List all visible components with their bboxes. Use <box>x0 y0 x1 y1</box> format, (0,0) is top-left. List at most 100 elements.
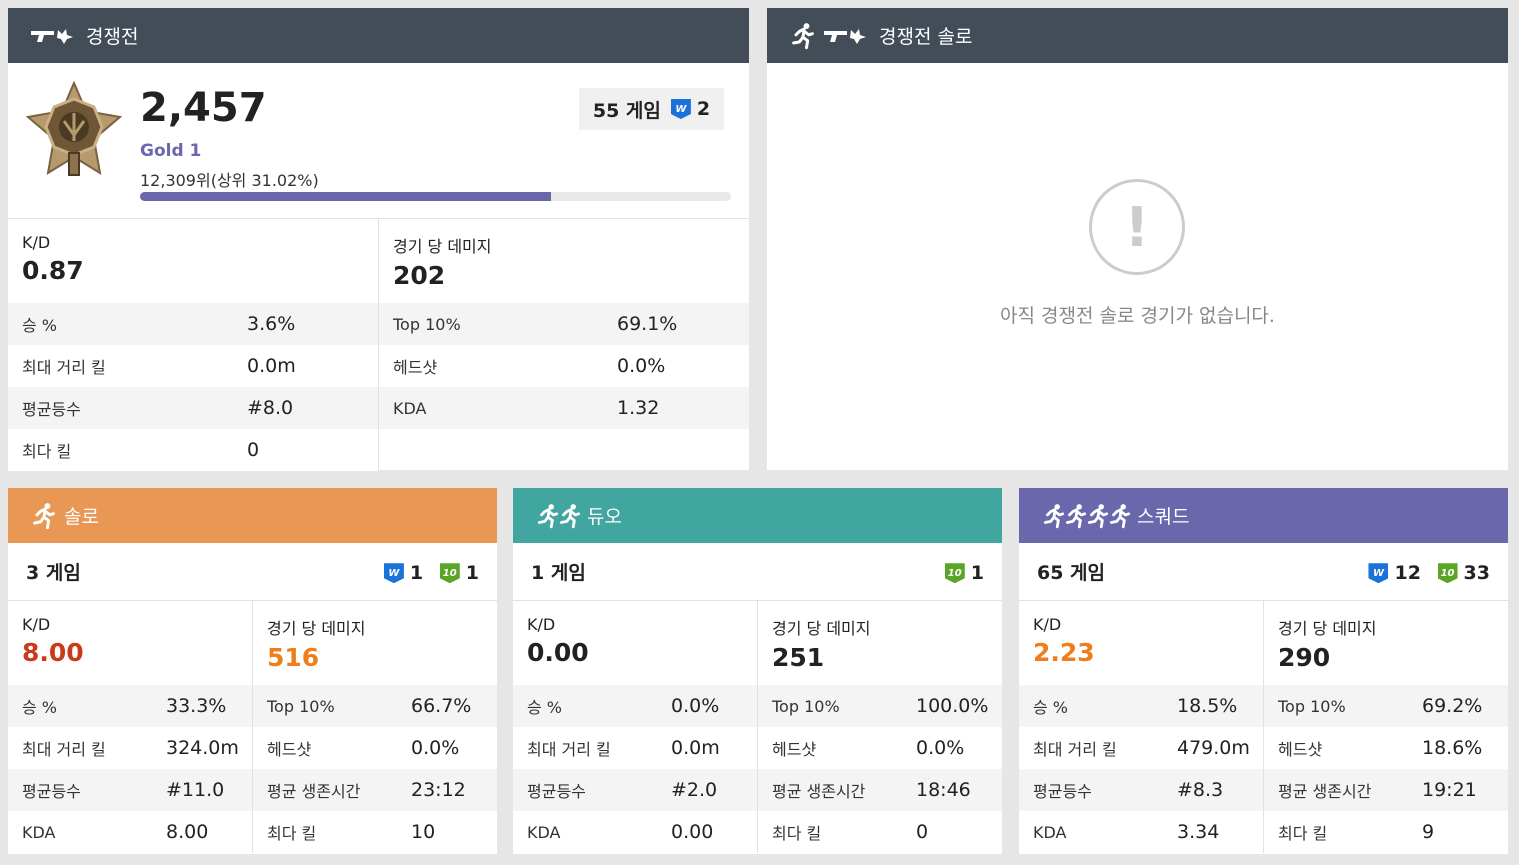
competitive-left-rows: 승 % 3.6% 최대 거리 킬 0.0m 평균등수 #8.0 최다 킬 0 <box>8 303 378 471</box>
damage-label: 경기 당 데미지 <box>267 619 366 638</box>
stat-key: 평균 생존시간 <box>772 782 866 801</box>
stat-key: 평균등수 <box>1033 782 1092 801</box>
win-icon: W <box>1368 563 1389 584</box>
win-badge: W1 <box>383 562 424 585</box>
kd-stat: K/D 2.23 <box>1019 601 1263 685</box>
top10-count: 1 <box>465 562 479 585</box>
stat-value: 0.0% <box>411 737 460 759</box>
solo-card: 솔로 3 게임 W1 10 1 K/D 8.00 경기 당 데미지 516 승 %… <box>8 488 497 854</box>
top10-badge: 10 33 <box>1437 562 1490 585</box>
duo-games-row: 1 게임 10 1 <box>513 543 1002 600</box>
stat-value: 1.32 <box>617 397 660 419</box>
damage-value: 290 <box>1278 643 1331 672</box>
rating-progress-bar <box>140 192 731 201</box>
duo-right-rows: Top 10% 100.0% 헤드샷 0.0% 평균 생존시간 18:46 최다 킬 0 <box>757 685 1002 853</box>
solo-left-rows: 승 % 33.3% 최대 거리 킬 324.0m 평균등수 #11.0 KDA 8.00 <box>8 685 252 853</box>
games-count: 65 게임 <box>1037 562 1106 584</box>
damage-stat: 경기 당 데미지 290 <box>1263 601 1508 685</box>
top10-count: 33 <box>1463 562 1490 585</box>
stat-value: 0.00 <box>671 821 714 843</box>
win-badge: W 12 <box>1368 562 1421 585</box>
damage-stat: 경기 당 데미지 516 <box>252 601 497 685</box>
squad-left-rows: 승 % 18.5% 최대 거리 킬 479.0m 평균등수 #8.3 KDA 3.34 <box>1019 685 1263 853</box>
damage-stat: 경기 당 데미지 251 <box>757 601 1002 685</box>
stat-value: 0.0% <box>617 355 666 377</box>
stat-key: Top 10% <box>267 696 335 716</box>
rating-summary: 2,457 Gold 1 12,309위(상위 31.02%) 55 게임 W2 <box>8 63 749 218</box>
rank-medal-icon <box>25 81 123 176</box>
stat-key: 최대 거리 킬 <box>22 358 106 377</box>
squad-games-row: 65 게임 W 12 10 33 <box>1019 543 1508 600</box>
stat-value: 100.0% <box>916 695 989 717</box>
stat-value: 3.34 <box>1177 821 1220 843</box>
stat-value: #8.3 <box>1177 779 1224 801</box>
stat-key: 평균등수 <box>22 400 81 419</box>
stat-value: 23:12 <box>411 779 466 801</box>
games-count: 3 게임 <box>26 562 81 584</box>
duo-title: 듀오 <box>587 506 622 528</box>
stat-value: 10 <box>411 821 436 843</box>
win-icon: W <box>670 99 691 119</box>
stat-key: 평균 생존시간 <box>267 782 361 801</box>
damage-label: 경기 당 데미지 <box>1278 619 1377 638</box>
top10-badge: 10 1 <box>439 562 479 585</box>
stat-value: 479.0m <box>1177 737 1250 759</box>
rating-value: 2,457 <box>140 85 267 131</box>
stat-key: KDA <box>22 822 56 842</box>
win-count: 1 <box>409 562 424 585</box>
stat-key: 헤드샷 <box>393 358 438 377</box>
rating-progress-fill <box>140 192 551 201</box>
stat-value: 0.0m <box>671 737 720 759</box>
stat-key: 최다 킬 <box>772 824 822 843</box>
stat-key: 평균등수 <box>22 782 81 801</box>
stat-value: 0.0m <box>247 355 296 377</box>
stat-key: Top 10% <box>393 314 461 334</box>
squad-right-rows: Top 10% 69.2% 헤드샷 18.6% 평균 생존시간 19:21 최다 킬 9 <box>1263 685 1508 853</box>
stat-value: 18:46 <box>916 779 971 801</box>
alert-icon: ! <box>1089 179 1185 275</box>
runner-icon <box>30 502 58 530</box>
competitive-solo-title: 경쟁전 솔로 <box>879 26 973 48</box>
runner-icon <box>789 22 817 50</box>
rank-text: 12,309위(상위 31.02%) <box>140 171 319 190</box>
competitive-solo-card: 경쟁전 솔로 ! 아직 경쟁전 솔로 경기가 없습니다. <box>767 8 1508 470</box>
duo-header: 듀오 <box>513 488 1002 543</box>
stat-key: KDA <box>527 822 561 842</box>
stat-value: 0.0% <box>916 737 965 759</box>
stat-key: 최대 거리 킬 <box>1033 740 1117 759</box>
squad-header: 스쿼드 <box>1019 488 1508 543</box>
stat-key: 평균 생존시간 <box>1278 782 1372 801</box>
stat-value: #11.0 <box>166 779 225 801</box>
stat-value: 69.1% <box>617 313 678 335</box>
top10-icon: 10 <box>1437 563 1458 584</box>
stat-value: 69.2% <box>1422 695 1483 717</box>
stat-value: 66.7% <box>411 695 472 717</box>
stat-value: #8.0 <box>247 397 294 419</box>
stat-value: 19:21 <box>1422 779 1477 801</box>
stat-key: 승 % <box>22 698 58 717</box>
stat-value: 324.0m <box>166 737 239 759</box>
kd-label: K/D <box>527 615 556 634</box>
stat-key: 최다 킬 <box>1278 824 1328 843</box>
win-count: 12 <box>1394 562 1421 585</box>
competitive-right-rows: Top 10% 69.1% 헤드샷 0.0% KDA 1.32 <box>378 303 749 471</box>
games-count: 1 게임 <box>531 562 586 584</box>
stat-key: 평균등수 <box>527 782 586 801</box>
kd-value: 0.87 <box>22 256 84 285</box>
kd-label: K/D <box>22 615 51 634</box>
squad-card: 스쿼드 65 게임 W 12 10 33 K/D 2.23 경기 당 데미지 290… <box>1019 488 1508 854</box>
stat-key: 최대 거리 킬 <box>22 740 106 759</box>
kd-stat: K/D 8.00 <box>8 601 252 685</box>
stat-value: 18.6% <box>1422 737 1483 759</box>
competitive-card: 경쟁전 2,457 Gold 1 12,309위(상위 31.02%) 55 게… <box>8 8 749 471</box>
damage-value: 202 <box>393 261 446 290</box>
stat-value: 0 <box>916 821 929 843</box>
solo-title: 솔로 <box>64 506 99 528</box>
stat-value: 18.5% <box>1177 695 1238 717</box>
kd-stat: K/D 0.87 <box>8 219 378 303</box>
stat-key: Top 10% <box>772 696 840 716</box>
damage-label: 경기 당 데미지 <box>393 237 492 256</box>
stat-key: 승 % <box>22 316 58 335</box>
solo-games-row: 3 게임 W1 10 1 <box>8 543 497 600</box>
gun-icon <box>823 26 867 46</box>
